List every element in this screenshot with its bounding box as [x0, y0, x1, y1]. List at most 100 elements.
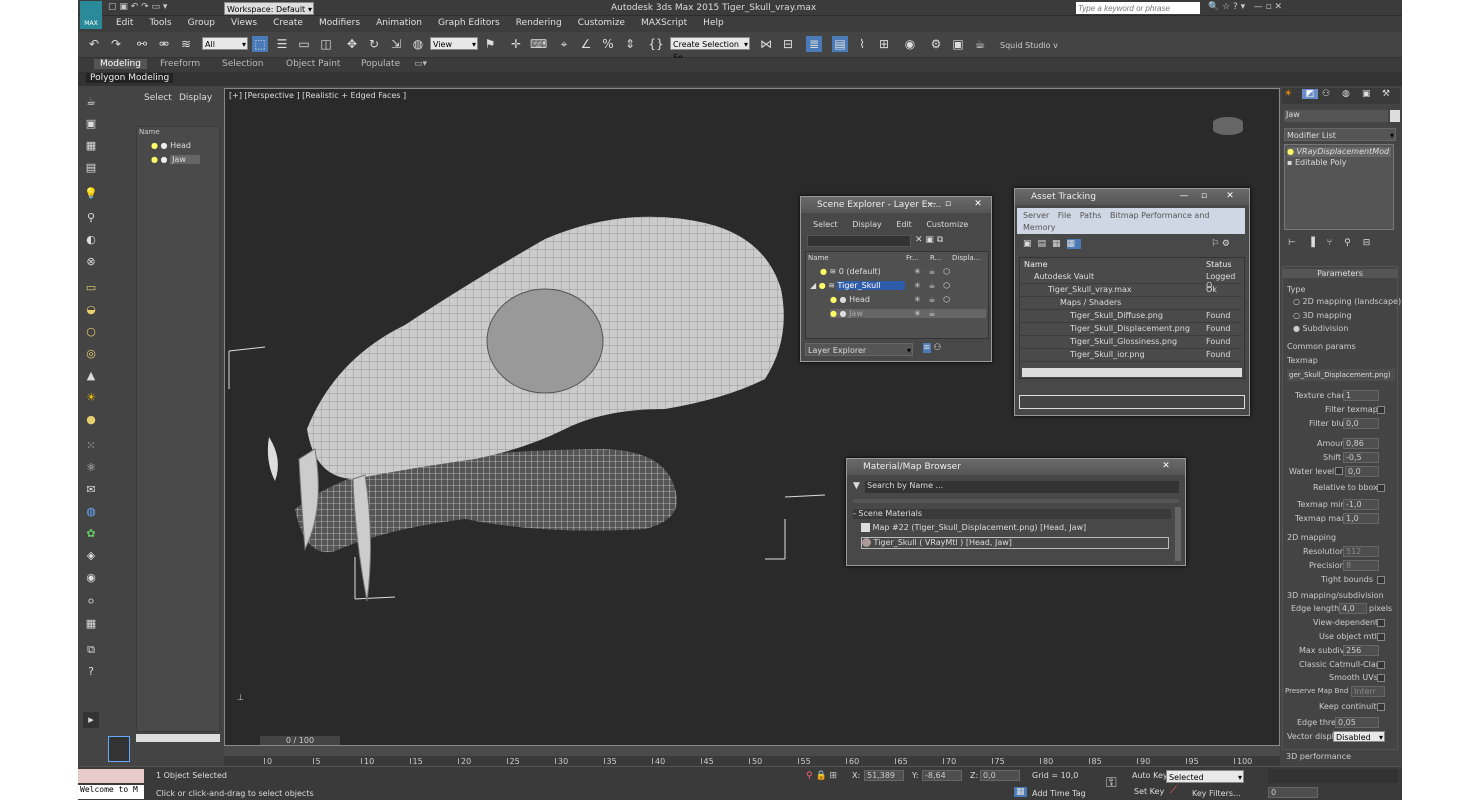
edge-length-spinner[interactable]: 4,0 [1339, 603, 1367, 614]
y-coord[interactable]: -8,64 [922, 770, 962, 781]
light-bulb-icon[interactable]: ● [1287, 147, 1294, 156]
list-item[interactable]: ● ● Head [151, 141, 219, 153]
texmap-max-spinner[interactable]: 1,0 [1343, 513, 1379, 524]
filter-blur-spinner[interactable]: 0,0 [1343, 418, 1379, 429]
pivot-icon[interactable]: ⚑ [482, 36, 498, 52]
particle-icon[interactable]: ⁙ [83, 438, 99, 454]
named-selection-set[interactable]: Create Selection Se [670, 37, 750, 62]
keep-continuity-checkbox[interactable] [1377, 703, 1385, 711]
menu-graph-editors[interactable]: Graph Editors [438, 18, 500, 28]
stack-item-vraydisp[interactable]: ● VRayDisplacementMod [1287, 147, 1391, 157]
se-footer-icons[interactable]: ≋ ⚇ [923, 343, 941, 353]
stack-item-editpoly[interactable]: ▪ Editable Poly [1287, 158, 1391, 168]
image-icon[interactable]: ▣ [83, 116, 99, 132]
angle-snap-icon[interactable]: ∠ [578, 36, 594, 52]
se-tool-icons[interactable]: ✕ ▣ ⧉ [915, 235, 943, 245]
layers-icon[interactable]: ⧉ [83, 642, 99, 658]
schematic-view-icon[interactable]: ⊞ [876, 36, 892, 52]
se-col-name[interactable]: Name [808, 254, 829, 262]
object-name-field[interactable]: Jaw [1284, 110, 1388, 122]
at-toolbar-icons[interactable]: ▣▤▦▦ [1023, 239, 1082, 249]
envelope-icon[interactable]: ✉ [83, 482, 99, 498]
helper-icon[interactable]: ◐ [83, 232, 99, 248]
select-manipulate-icon[interactable]: ✛ [508, 36, 524, 52]
bind-icon[interactable]: ≋ [178, 36, 194, 52]
z-coord[interactable]: 0,0 [980, 770, 1020, 781]
create-tab-icon[interactable]: ☀ [1284, 89, 1292, 99]
ball-icon[interactable]: ⚪ [83, 594, 99, 610]
timeline[interactable]: 0 / 100 0 5 10 15 20 25 30 35 40 45 50 55 60 65 70 75 80… [224, 736, 1280, 766]
row-flags[interactable]: ✳ ☕ [914, 309, 936, 318]
menu-group[interactable]: Group [188, 18, 215, 28]
at-menu-bitmap[interactable]: Bitmap Performance and Memory [1023, 211, 1209, 232]
set-key-button[interactable]: Set Key [1134, 787, 1164, 796]
rotate-icon[interactable]: ↻ [366, 36, 382, 52]
smooth-uvs-checkbox[interactable] [1377, 674, 1385, 682]
render-frame-icon[interactable]: ▣ [950, 36, 966, 52]
se-col-render[interactable]: R... [930, 254, 941, 262]
scale-icon[interactable]: ⇲ [388, 36, 404, 52]
light-bulb-icon[interactable]: ● [820, 267, 827, 276]
ribbon-tab-selection[interactable]: Selection [222, 59, 263, 69]
select-object-icon[interactable]: ⬚ [252, 36, 268, 52]
maximize-icon[interactable]: ▫ [1197, 191, 1211, 202]
motion-tab-icon[interactable]: ◍ [1342, 89, 1350, 99]
explorer-scrollbar[interactable] [136, 734, 220, 742]
shift-spinner[interactable]: -0,5 [1343, 452, 1379, 463]
layer-explorer-combo[interactable]: Layer Explorer [805, 343, 913, 357]
ribbon-tab-populate[interactable]: Populate [361, 59, 400, 69]
view-dependent-checkbox[interactable] [1377, 619, 1385, 627]
eye-icon[interactable]: ● [161, 141, 168, 150]
se-col-freeze[interactable]: Fr... [906, 254, 918, 262]
list-item[interactable]: Tiger_Skull ( VRayMtl ) [Head, Jaw] [861, 537, 1169, 549]
menu-views[interactable]: Views [231, 18, 257, 28]
filter-texmap-checkbox[interactable] [1377, 406, 1385, 414]
plant-icon[interactable]: ✿ [83, 526, 99, 542]
texmap-min-spinner[interactable]: -1,0 [1343, 499, 1379, 510]
at-help-icons[interactable]: ⚐ ⚙ [1211, 239, 1230, 249]
radio-2d[interactable]: ○ 2D mapping (landscape) [1293, 297, 1401, 306]
browser-options-icon[interactable]: ▼ [853, 481, 860, 491]
workspace-combo[interactable]: Workspace: Default [224, 2, 314, 16]
minimize-icon[interactable]: — [925, 199, 939, 210]
table-row[interactable]: Tiger_Skull_vray.max Ok [1020, 285, 1242, 297]
snap-icon[interactable]: ⌖ [556, 36, 572, 52]
playback-controls[interactable] [1268, 769, 1398, 783]
se-menu-display[interactable]: Display [852, 220, 882, 229]
light-bulb-icon[interactable]: ● [819, 281, 826, 290]
curve-editor-icon[interactable]: ⌇ [854, 36, 870, 52]
table-row[interactable]: Tiger_Skull_Glossiness.png Found [1020, 337, 1242, 349]
light-icon[interactable]: 💡 [83, 186, 99, 202]
maxscript-listener[interactable] [78, 769, 144, 783]
at-menu-paths[interactable]: Paths [1080, 211, 1102, 220]
align-icon[interactable]: ⊟ [780, 36, 796, 52]
light-bulb-icon[interactable]: ● [830, 295, 837, 304]
tight-bounds-checkbox[interactable] [1377, 576, 1385, 584]
expand-icon[interactable]: ▸ [83, 712, 99, 728]
key-icon[interactable]: ⚿ [1106, 775, 1117, 791]
table-row[interactable]: ● ≋ 0 (default) ✳ ☕ ⬡ [820, 267, 986, 276]
at-path-field[interactable] [1019, 395, 1245, 409]
menu-maxscript[interactable]: MAXScript [641, 18, 687, 28]
close-icon[interactable]: ✕ [971, 199, 985, 210]
utilities-tab-icon[interactable]: ⚒ [1382, 89, 1390, 99]
object-color-swatch[interactable] [1390, 110, 1400, 122]
menu-rendering[interactable]: Rendering [516, 18, 562, 28]
torus-icon[interactable]: ◎ [83, 346, 99, 362]
x-coord[interactable]: 51,389 [864, 770, 904, 781]
welcome-field[interactable]: Welcome to M [78, 785, 144, 799]
relative-checkbox[interactable] [1377, 484, 1385, 492]
list-item[interactable]: ● ● Jaw [151, 155, 219, 167]
title-icons[interactable]: 🔍 ☆ ? ▾ — ▫ ✕ [1208, 2, 1282, 12]
mirror-icon[interactable]: ⋈ [758, 36, 774, 52]
at-col-name[interactable]: Name [1024, 260, 1048, 269]
browser-scrollbar[interactable] [1175, 507, 1181, 561]
rect-select-icon[interactable]: ▭ [296, 36, 312, 52]
ox-icon[interactable]: ◉ [83, 570, 99, 586]
table-row[interactable]: ● ● Jaw ✳ ☕ [830, 309, 986, 318]
render-icon[interactable]: ☕ [972, 36, 988, 52]
modify-tab-icon[interactable]: ◩ [1302, 89, 1318, 99]
at-menu-file[interactable]: File [1058, 211, 1071, 220]
place-icon[interactable]: ◍ [410, 36, 426, 52]
close-icon[interactable]: ✕ [1159, 461, 1173, 472]
